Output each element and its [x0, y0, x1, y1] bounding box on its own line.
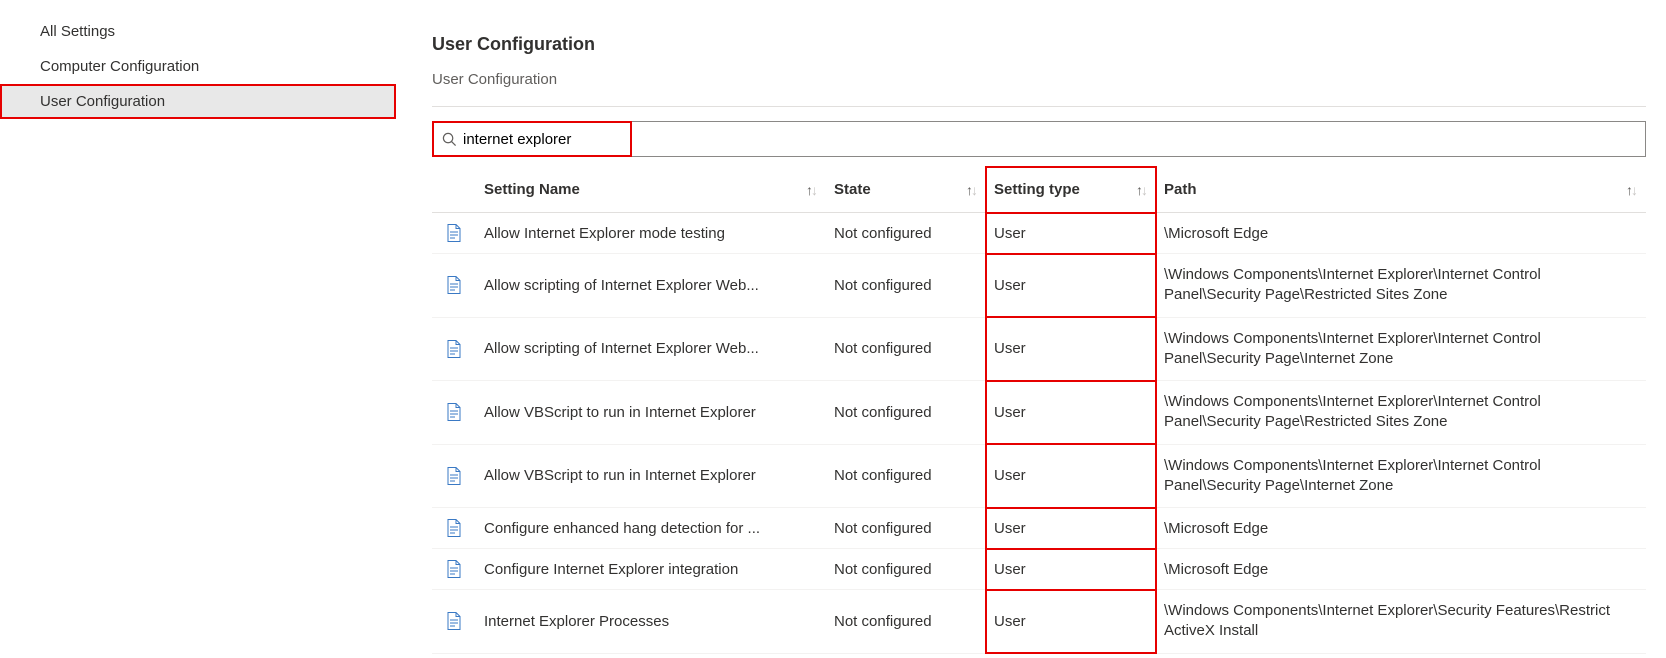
table-row[interactable]: Allow VBScript to run in Internet Explor…	[432, 381, 1646, 445]
main-content: User Configuration User Configuration	[396, 0, 1666, 658]
cell-path: \Microsoft Edge	[1156, 213, 1646, 254]
cell-path: \Microsoft Edge	[1156, 549, 1646, 590]
cell-setting-type: User	[986, 508, 1156, 549]
search-box[interactable]	[434, 123, 630, 155]
document-icon	[446, 467, 462, 485]
sort-icon[interactable]: ↑↓	[1136, 182, 1148, 198]
cell-setting-type: User	[986, 590, 1156, 654]
cell-setting-type: User	[986, 254, 1156, 318]
breadcrumb: User Configuration	[432, 57, 1646, 107]
table-row[interactable]: Internet Explorer ProcessesNot configure…	[432, 590, 1646, 654]
column-header-label: Setting type	[994, 181, 1080, 198]
sidebar-item-label: User Configuration	[40, 93, 165, 110]
column-header-state[interactable]: State ↑↓	[826, 167, 986, 213]
document-icon	[446, 560, 462, 578]
cell-setting-name[interactable]: Internet Explorer Processes	[476, 590, 826, 654]
row-icon-cell	[432, 549, 476, 590]
sort-icon[interactable]: ↑↓	[966, 182, 978, 198]
column-header-icon	[432, 167, 476, 213]
sidebar: All Settings Computer Configuration User…	[0, 0, 396, 658]
column-header-setting-name[interactable]: Setting Name ↑↓	[476, 167, 826, 213]
document-icon	[446, 276, 462, 294]
cell-path: \Windows Components\Internet Explorer\In…	[1156, 254, 1646, 318]
column-header-label: State	[834, 181, 871, 198]
document-icon	[446, 519, 462, 537]
search-highlight	[432, 121, 632, 157]
table-body: Allow Internet Explorer mode testingNot …	[432, 213, 1646, 654]
column-header-label: Setting Name	[484, 181, 580, 198]
cell-path: \Windows Components\Internet Explorer\Se…	[1156, 590, 1646, 654]
row-icon-cell	[432, 590, 476, 654]
cell-setting-name[interactable]: Configure Internet Explorer integration	[476, 549, 826, 590]
cell-setting-type: User	[986, 317, 1156, 381]
cell-setting-name[interactable]: Allow scripting of Internet Explorer Web…	[476, 254, 826, 318]
cell-state: Not configured	[826, 381, 986, 445]
search-input[interactable]	[457, 130, 622, 149]
sidebar-item-all-settings[interactable]: All Settings	[0, 14, 396, 49]
table-row[interactable]: Allow Internet Explorer mode testingNot …	[432, 213, 1646, 254]
row-icon-cell	[432, 254, 476, 318]
settings-table: Setting Name ↑↓ State ↑↓ Setting type	[432, 167, 1646, 654]
cell-setting-name[interactable]: Allow VBScript to run in Internet Explor…	[476, 381, 826, 445]
app-root: All Settings Computer Configuration User…	[0, 0, 1666, 658]
document-icon	[446, 403, 462, 421]
cell-setting-name[interactable]: Allow VBScript to run in Internet Explor…	[476, 444, 826, 508]
search-box-extension[interactable]	[632, 121, 1646, 157]
table-row[interactable]: Allow VBScript to run in Internet Explor…	[432, 444, 1646, 508]
sidebar-item-user-configuration[interactable]: User Configuration	[0, 84, 396, 119]
cell-path: \Windows Components\Internet Explorer\In…	[1156, 317, 1646, 381]
cell-path: \Windows Components\Internet Explorer\In…	[1156, 381, 1646, 445]
row-icon-cell	[432, 444, 476, 508]
cell-state: Not configured	[826, 317, 986, 381]
document-icon	[446, 340, 462, 358]
cell-setting-name[interactable]: Allow scripting of Internet Explorer Web…	[476, 317, 826, 381]
cell-setting-type: User	[986, 381, 1156, 445]
document-icon	[446, 612, 462, 630]
cell-state: Not configured	[826, 444, 986, 508]
table-header-row: Setting Name ↑↓ State ↑↓ Setting type	[432, 167, 1646, 213]
cell-path: \Microsoft Edge	[1156, 508, 1646, 549]
table-row[interactable]: Allow scripting of Internet Explorer Web…	[432, 254, 1646, 318]
cell-state: Not configured	[826, 549, 986, 590]
row-icon-cell	[432, 213, 476, 254]
search-icon	[442, 132, 457, 147]
cell-state: Not configured	[826, 590, 986, 654]
column-header-path[interactable]: Path ↑↓	[1156, 167, 1646, 213]
cell-setting-type: User	[986, 213, 1156, 254]
cell-state: Not configured	[826, 508, 986, 549]
table-row[interactable]: Configure Internet Explorer integrationN…	[432, 549, 1646, 590]
cell-setting-name[interactable]: Configure enhanced hang detection for ..…	[476, 508, 826, 549]
table-row[interactable]: Allow scripting of Internet Explorer Web…	[432, 317, 1646, 381]
cell-setting-name[interactable]: Allow Internet Explorer mode testing	[476, 213, 826, 254]
sidebar-item-computer-configuration[interactable]: Computer Configuration	[0, 49, 396, 84]
row-icon-cell	[432, 317, 476, 381]
column-header-setting-type[interactable]: Setting type ↑↓	[986, 167, 1156, 213]
page-title: User Configuration	[432, 34, 1646, 55]
row-icon-cell	[432, 508, 476, 549]
column-header-label: Path	[1164, 181, 1197, 198]
row-icon-cell	[432, 381, 476, 445]
sort-icon[interactable]: ↑↓	[806, 182, 818, 198]
sidebar-item-label: Computer Configuration	[40, 58, 199, 75]
sort-icon[interactable]: ↑↓	[1626, 182, 1638, 198]
cell-setting-type: User	[986, 549, 1156, 590]
search-container	[432, 121, 1646, 157]
cell-state: Not configured	[826, 254, 986, 318]
table-row[interactable]: Configure enhanced hang detection for ..…	[432, 508, 1646, 549]
sidebar-item-label: All Settings	[40, 23, 115, 40]
cell-path: \Windows Components\Internet Explorer\In…	[1156, 444, 1646, 508]
cell-setting-type: User	[986, 444, 1156, 508]
cell-state: Not configured	[826, 213, 986, 254]
document-icon	[446, 224, 462, 242]
